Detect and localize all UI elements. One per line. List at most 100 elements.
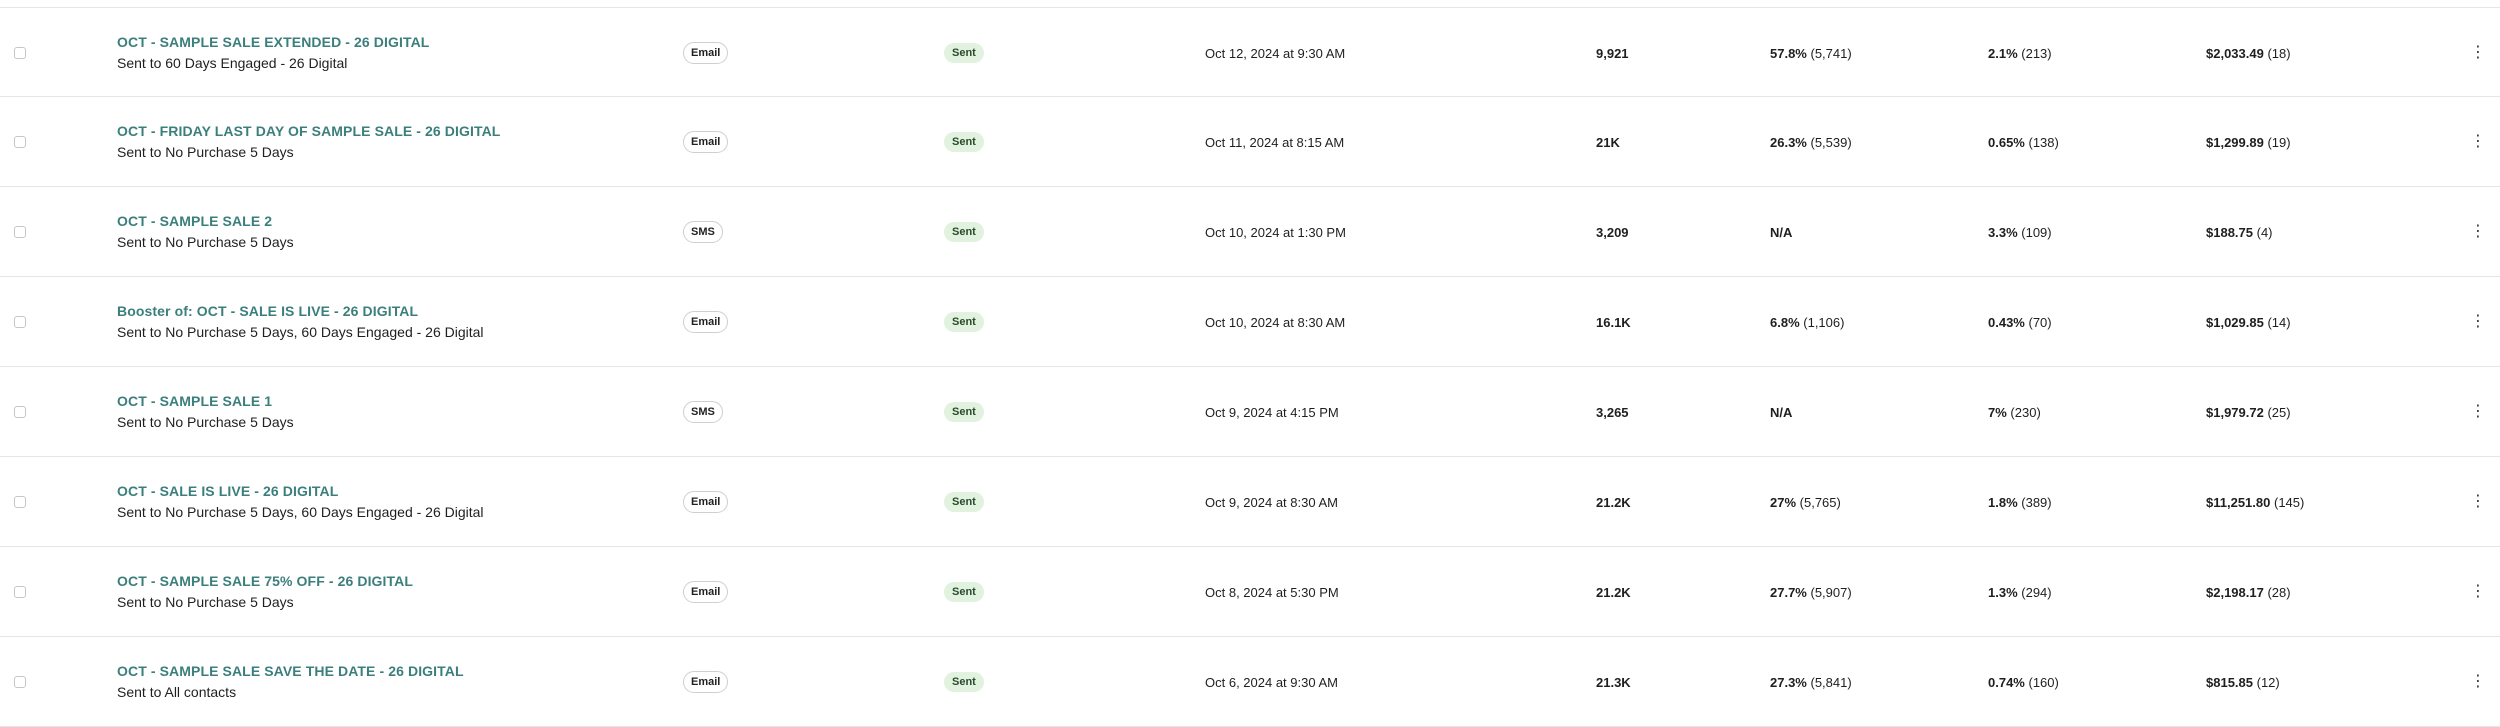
- channel-cell: SMS: [683, 367, 723, 457]
- row-checkbox-cell: [14, 637, 34, 727]
- status-badge: Sent: [944, 222, 984, 242]
- click-rate-cell: 0.65% (138): [1988, 97, 2059, 187]
- more-options-icon[interactable]: ⋮: [2470, 494, 2486, 510]
- row-checkbox[interactable]: [14, 406, 26, 418]
- campaign-name-link[interactable]: OCT - SAMPLE SALE 75% OFF - 26 DIGITAL: [117, 571, 413, 591]
- recipients-count: 16.1K: [1596, 314, 1631, 330]
- table-row: Booster of: OCT - SALE IS LIVE - 26 DIGI…: [0, 277, 2500, 367]
- more-options-icon[interactable]: ⋮: [2470, 404, 2486, 420]
- more-options-icon[interactable]: ⋮: [2470, 224, 2486, 240]
- row-actions-cell: ⋮: [2470, 277, 2486, 367]
- more-options-icon[interactable]: ⋮: [2470, 674, 2486, 690]
- revenue-value: $2,198.17: [2206, 584, 2264, 600]
- channel-badge: Email: [683, 42, 729, 64]
- row-actions-cell: ⋮: [2470, 547, 2486, 637]
- row-actions-cell: ⋮: [2470, 187, 2486, 277]
- campaign-cell: OCT - SALE IS LIVE - 26 DIGITAL Sent to …: [117, 457, 657, 547]
- click-rate-cell: 0.43% (70): [1988, 277, 2052, 367]
- campaign-audience: Sent to No Purchase 5 Days: [117, 144, 294, 160]
- campaign-name-link[interactable]: OCT - SAMPLE SALE 2: [117, 211, 272, 231]
- row-checkbox-cell: [14, 547, 34, 637]
- campaign-cell: OCT - SAMPLE SALE 2 Sent to No Purchase …: [117, 187, 657, 277]
- orders-count: (25): [2267, 404, 2291, 420]
- row-actions-cell: ⋮: [2470, 457, 2486, 547]
- row-checkbox[interactable]: [14, 316, 26, 328]
- send-date: Oct 8, 2024 at 5:30 PM: [1205, 584, 1339, 600]
- more-options-icon[interactable]: ⋮: [2470, 45, 2486, 61]
- campaign-audience: Sent to No Purchase 5 Days, 60 Days Enga…: [117, 324, 484, 340]
- click-count: (213): [2021, 45, 2052, 61]
- channel-cell: SMS: [683, 187, 723, 277]
- campaign-name-link[interactable]: Booster of: OCT - SALE IS LIVE - 26 DIGI…: [117, 301, 418, 321]
- revenue-value: $1,979.72: [2206, 404, 2264, 420]
- channel-badge: Email: [683, 311, 729, 333]
- campaign-name-link[interactable]: OCT - SALE IS LIVE - 26 DIGITAL: [117, 481, 338, 501]
- status-badge: Sent: [944, 492, 984, 512]
- click-count: (230): [2010, 404, 2041, 420]
- status-badge: Sent: [944, 582, 984, 602]
- more-options-icon[interactable]: ⋮: [2470, 314, 2486, 330]
- open-count: (5,539): [1810, 134, 1852, 150]
- row-actions-cell: ⋮: [2470, 367, 2486, 457]
- row-checkbox[interactable]: [14, 136, 26, 148]
- campaign-audience: Sent to All contacts: [117, 684, 237, 700]
- click-rate: 3.3%: [1988, 224, 2018, 240]
- row-checkbox[interactable]: [14, 47, 26, 59]
- status-badge: Sent: [944, 43, 984, 63]
- send-date: Oct 9, 2024 at 4:15 PM: [1205, 404, 1339, 420]
- channel-badge: SMS: [683, 221, 723, 243]
- campaign-name-link[interactable]: OCT - SAMPLE SALE SAVE THE DATE - 26 DIG…: [117, 661, 464, 681]
- status-badge: Sent: [944, 312, 984, 332]
- click-count: (160): [2028, 674, 2059, 690]
- click-rate-cell: 1.3% (294): [1988, 547, 2052, 637]
- open-rate-cell: N/A: [1770, 367, 1796, 457]
- click-rate: 0.74%: [1988, 674, 2025, 690]
- channel-cell: Email: [683, 547, 729, 637]
- click-count: (294): [2021, 584, 2052, 600]
- status-cell: Sent: [944, 637, 984, 727]
- click-rate-cell: 0.74% (160): [1988, 637, 2059, 727]
- campaign-name-link[interactable]: OCT - FRIDAY LAST DAY OF SAMPLE SALE - 2…: [117, 121, 500, 141]
- status-badge: Sent: [944, 672, 984, 692]
- table-row: OCT - SAMPLE SALE SAVE THE DATE - 26 DIG…: [0, 637, 2500, 727]
- channel-cell: Email: [683, 457, 729, 547]
- click-count: (70): [2028, 314, 2052, 330]
- row-checkbox-cell: [14, 457, 34, 547]
- channel-badge: SMS: [683, 401, 723, 423]
- channel-badge: Email: [683, 131, 729, 153]
- more-options-icon[interactable]: ⋮: [2470, 134, 2486, 150]
- row-checkbox[interactable]: [14, 496, 26, 508]
- row-actions-cell: ⋮: [2470, 637, 2486, 727]
- recipients-count: 3,209: [1596, 224, 1629, 240]
- recipients-count: 21.3K: [1596, 674, 1631, 690]
- revenue-value: $1,299.89: [2206, 134, 2264, 150]
- open-rate-cell: N/A: [1770, 187, 1796, 277]
- row-checkbox-cell: [14, 187, 34, 277]
- click-rate-cell: 7% (230): [1988, 367, 2041, 457]
- table-row: OCT - SAMPLE SALE EXTENDED - 26 DIGITAL …: [0, 7, 2500, 97]
- status-badge: Sent: [944, 402, 984, 422]
- open-rate: 57.8%: [1770, 45, 1807, 61]
- click-rate: 0.43%: [1988, 314, 2025, 330]
- click-rate-cell: 1.8% (389): [1988, 457, 2052, 547]
- campaign-cell: OCT - SAMPLE SALE 75% OFF - 26 DIGITAL S…: [117, 547, 657, 637]
- campaign-name-link[interactable]: OCT - SAMPLE SALE EXTENDED - 26 DIGITAL: [117, 32, 429, 52]
- row-checkbox[interactable]: [14, 586, 26, 598]
- click-count: (389): [2021, 494, 2052, 510]
- send-date: Oct 10, 2024 at 8:30 AM: [1205, 314, 1346, 330]
- open-rate: 27%: [1770, 494, 1797, 510]
- revenue-value: $815.85: [2206, 674, 2253, 690]
- campaign-name-link[interactable]: OCT - SAMPLE SALE 1: [117, 391, 272, 411]
- row-checkbox[interactable]: [14, 226, 26, 238]
- open-rate-cell: 26.3% (5,539): [1770, 97, 1852, 187]
- orders-count: (14): [2267, 314, 2291, 330]
- click-rate: 2.1%: [1988, 45, 2018, 61]
- status-cell: Sent: [944, 8, 984, 98]
- row-checkbox[interactable]: [14, 676, 26, 688]
- channel-cell: Email: [683, 277, 729, 367]
- status-cell: Sent: [944, 97, 984, 187]
- send-date: Oct 10, 2024 at 1:30 PM: [1205, 224, 1346, 240]
- status-cell: Sent: [944, 367, 984, 457]
- revenue-cell: $11,251.80 (145): [2206, 457, 2304, 547]
- more-options-icon[interactable]: ⋮: [2470, 584, 2486, 600]
